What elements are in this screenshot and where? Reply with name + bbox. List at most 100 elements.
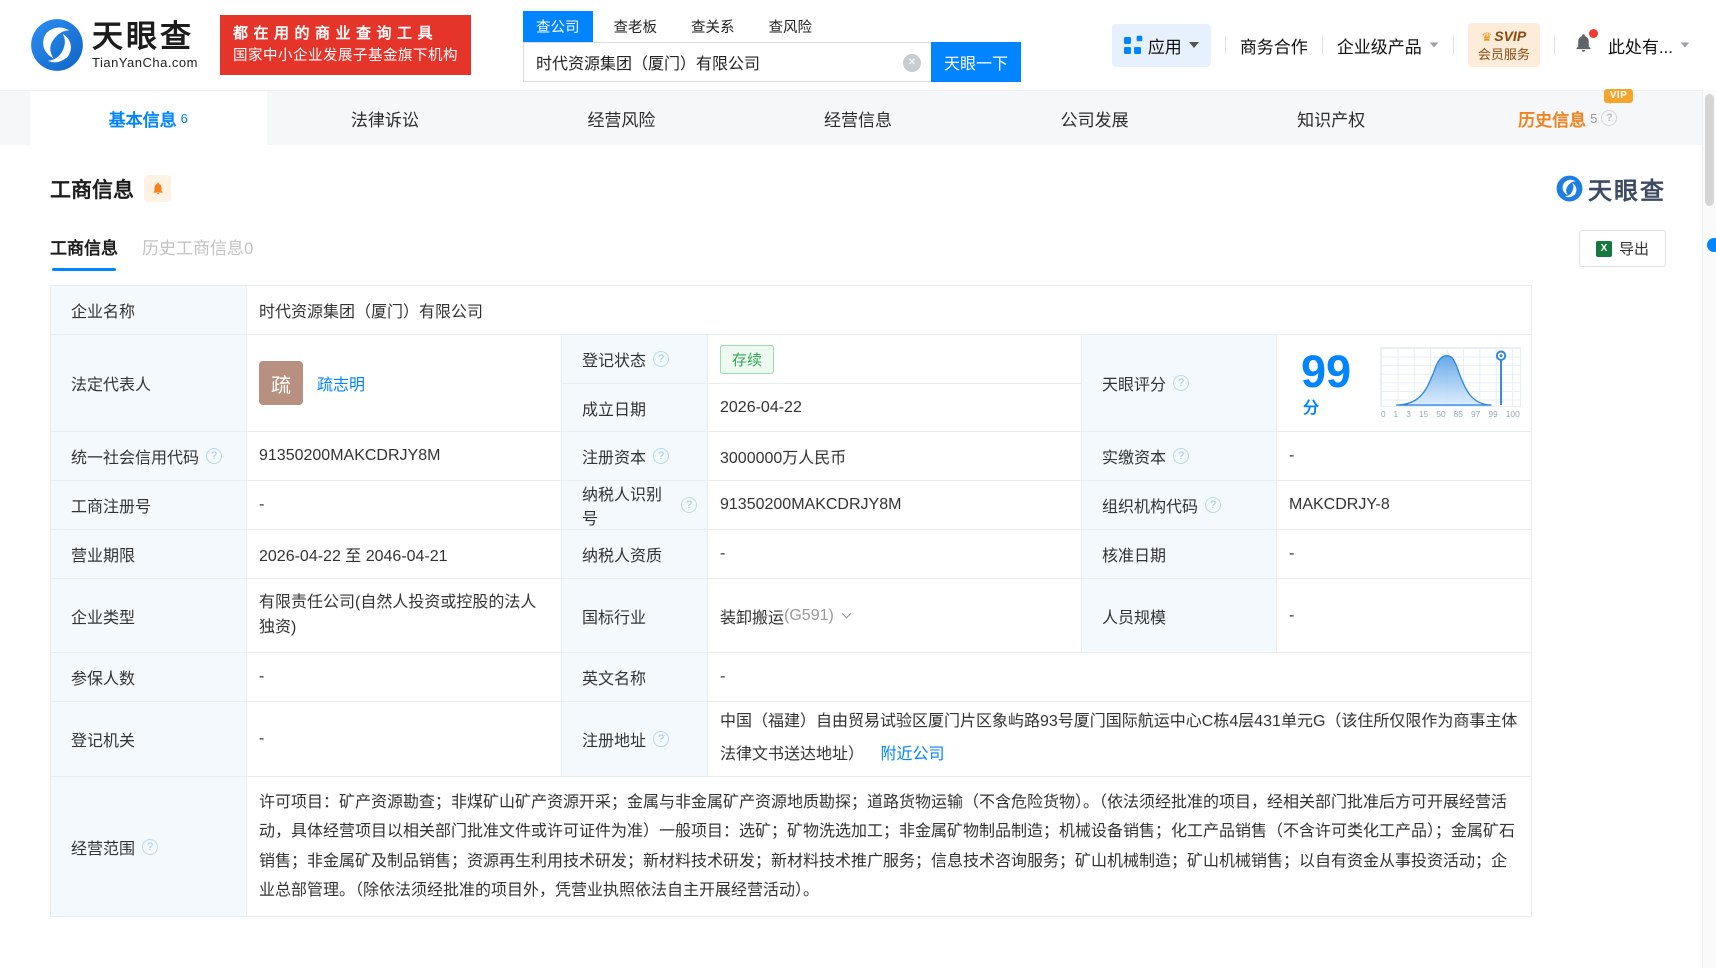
svip-label: SVIP [1494,27,1527,44]
help-icon[interactable] [653,351,670,367]
tab-label: 历史信息 [1518,110,1587,130]
tianyancha-score-cell[interactable]: 99分 0 1 3 15 50 85 97 99 100 [1277,335,1531,431]
legal-rep-link[interactable]: 疏志明 [317,371,365,395]
divider [1452,36,1454,54]
tab-basic-info[interactable]: 基本信息 6 [30,91,267,145]
company-detail-tabs: 基本信息 6 法律诉讼 经营风险 经营信息 公司发展 知识产权 VIP 历史信息 … [0,88,1716,145]
apps-menu-button[interactable]: 应用 [1111,23,1211,67]
taxpayer-id-value: 91350200MAKCDRJY8M [708,481,1081,529]
reg-address-value: 中国（福建）自由贸易试验区厦门片区象屿路93号厦门国际航运中心C栋4层431单元… [720,713,1518,763]
subscribe-bell-button[interactable] [144,175,171,202]
nav-cooperation[interactable]: 商务合作 [1240,33,1308,58]
floating-widget-dot[interactable] [1707,238,1716,252]
help-icon[interactable] [1173,375,1190,391]
reg-number-value: - [247,481,561,529]
reg-authority-value: - [247,702,561,776]
help-icon[interactable] [1601,110,1618,126]
search-tab-boss[interactable]: 查老板 [601,11,671,42]
svip-membership-button[interactable]: ♛ SVIP 会员服务 [1467,22,1540,68]
tab-count: 5 [1590,110,1598,126]
field-label: 统一社会信用代码 [51,432,246,480]
vip-badge: VIP [1603,88,1634,104]
svip-sublabel: 会员服务 [1477,46,1530,62]
top-nav: 应用 商务合作 企业级产品 ♛ SVIP 会员服务 此处有... [1111,22,1690,68]
chevron-down-icon[interactable] [841,608,852,619]
nav-enterprise-products[interactable]: 企业级产品 [1337,33,1439,58]
taxpayer-quality-value: - [708,530,1081,578]
brand-slogan-badge: 都在用的商业查询工具 国家中小企业发展子基金旗下机构 [220,15,471,75]
slogan-line1: 都在用的商业查询工具 [233,25,439,43]
search-tab-risk[interactable]: 查风险 [756,11,826,42]
bell-icon [152,182,163,195]
tab-company-development[interactable]: 公司发展 [976,91,1213,145]
chevron-down-icon [1429,42,1439,48]
tab-count: 6 [180,110,188,126]
score-distribution-chart: 0 1 3 15 50 85 97 99 100 [1379,347,1521,419]
staff-size-value: - [1277,579,1531,652]
legal-rep-avatar[interactable]: 疏 [259,361,303,405]
est-date-value: 2026-04-22 [708,384,1081,431]
business-scope-cell: 许可项目：矿产资源勘查；非煤矿山矿产资源开采；金属与非金属矿产资源地质勘探；道路… [247,777,1531,916]
approval-date-value: - [1277,530,1531,578]
search-tab-company[interactable]: 查公司 [523,10,593,42]
company-name-value: 时代资源集团（厦门）有限公司 [247,286,1531,334]
search-input[interactable] [524,42,931,81]
help-icon[interactable] [206,448,223,464]
score-value: 99分 [1301,345,1352,417]
divider [1553,36,1555,54]
scrollbar-thumb[interactable] [1705,94,1714,206]
tab-operating-risk[interactable]: 经营风险 [503,91,740,145]
user-account-menu[interactable]: 此处有... [1608,33,1690,58]
insured-value: - [247,653,561,701]
business-info-section: 工商信息 天眼查 工商信息 历史工商信息0 导出 企业名称 时代资源集团（厦门）… [0,145,1716,917]
reg-capital-value: 3000000万人民币 [708,432,1081,480]
field-label: 参保人数 [51,653,246,701]
help-icon[interactable] [681,497,697,513]
tab-operating-info[interactable]: 经营信息 [740,91,977,145]
scrollbar-track[interactable] [1702,90,1716,968]
subtab-history-business-info[interactable]: 历史工商信息0 [142,234,253,271]
subtab-business-info[interactable]: 工商信息 [50,234,118,271]
help-icon[interactable] [142,838,159,855]
excel-icon [1595,240,1612,257]
credit-code-value: 91350200MAKCDRJY8M [247,432,561,480]
notification-bell-button[interactable] [1573,28,1598,59]
slogan-line2: 国家中小企业发展子基金旗下机构 [233,48,458,65]
field-label: 人员规模 [1082,579,1276,652]
chevron-down-icon [1188,42,1199,48]
field-label: 组织机构代码 [1082,481,1276,529]
tab-label: 基本信息 [108,110,177,130]
apps-grid-icon [1123,35,1143,54]
help-icon[interactable] [1173,448,1190,464]
divider [1224,36,1226,54]
field-label: 国标行业 [562,579,707,652]
industry-value: 装卸搬运 (G591) [708,579,1081,652]
field-label: 纳税人识别号 [562,481,707,529]
section-title: 工商信息 [50,178,134,202]
export-label: 导出 [1618,241,1649,258]
tab-history-info[interactable]: VIP 历史信息 5 [1449,88,1686,145]
help-icon[interactable] [1205,497,1222,513]
clear-search-icon[interactable] [903,53,921,72]
tianyancha-logo[interactable]: 天眼查 TianYanCha.com [30,18,198,72]
legal-rep-cell: 疏 疏志明 [247,335,561,431]
field-label: 纳税人资质 [562,530,707,578]
business-term-value: 2026-04-22 至 2046-04-21 [247,530,561,578]
field-label: 注册资本 [562,432,707,480]
export-button[interactable]: 导出 [1578,230,1666,267]
tab-intellectual-property[interactable]: 知识产权 [1213,91,1450,145]
logo-brand-text: 天眼查 [92,18,194,54]
help-icon[interactable] [653,731,670,747]
field-label: 成立日期 [562,384,707,431]
field-label: 注册地址 [562,702,707,776]
tab-legal-litigation[interactable]: 法律诉讼 [267,91,504,145]
nearby-companies-link[interactable]: 附近公司 [880,746,944,763]
chevron-down-icon [1680,42,1690,48]
search-tab-relation[interactable]: 查关系 [678,11,748,42]
search-button[interactable]: 天眼一下 [931,41,1021,82]
logo-domain-text: TianYanCha.com [92,54,198,70]
field-label: 登记状态 [562,335,707,383]
tianyancha-watermark: 天眼查 [1556,171,1666,206]
help-icon[interactable] [653,448,670,464]
field-label: 企业名称 [51,286,246,334]
